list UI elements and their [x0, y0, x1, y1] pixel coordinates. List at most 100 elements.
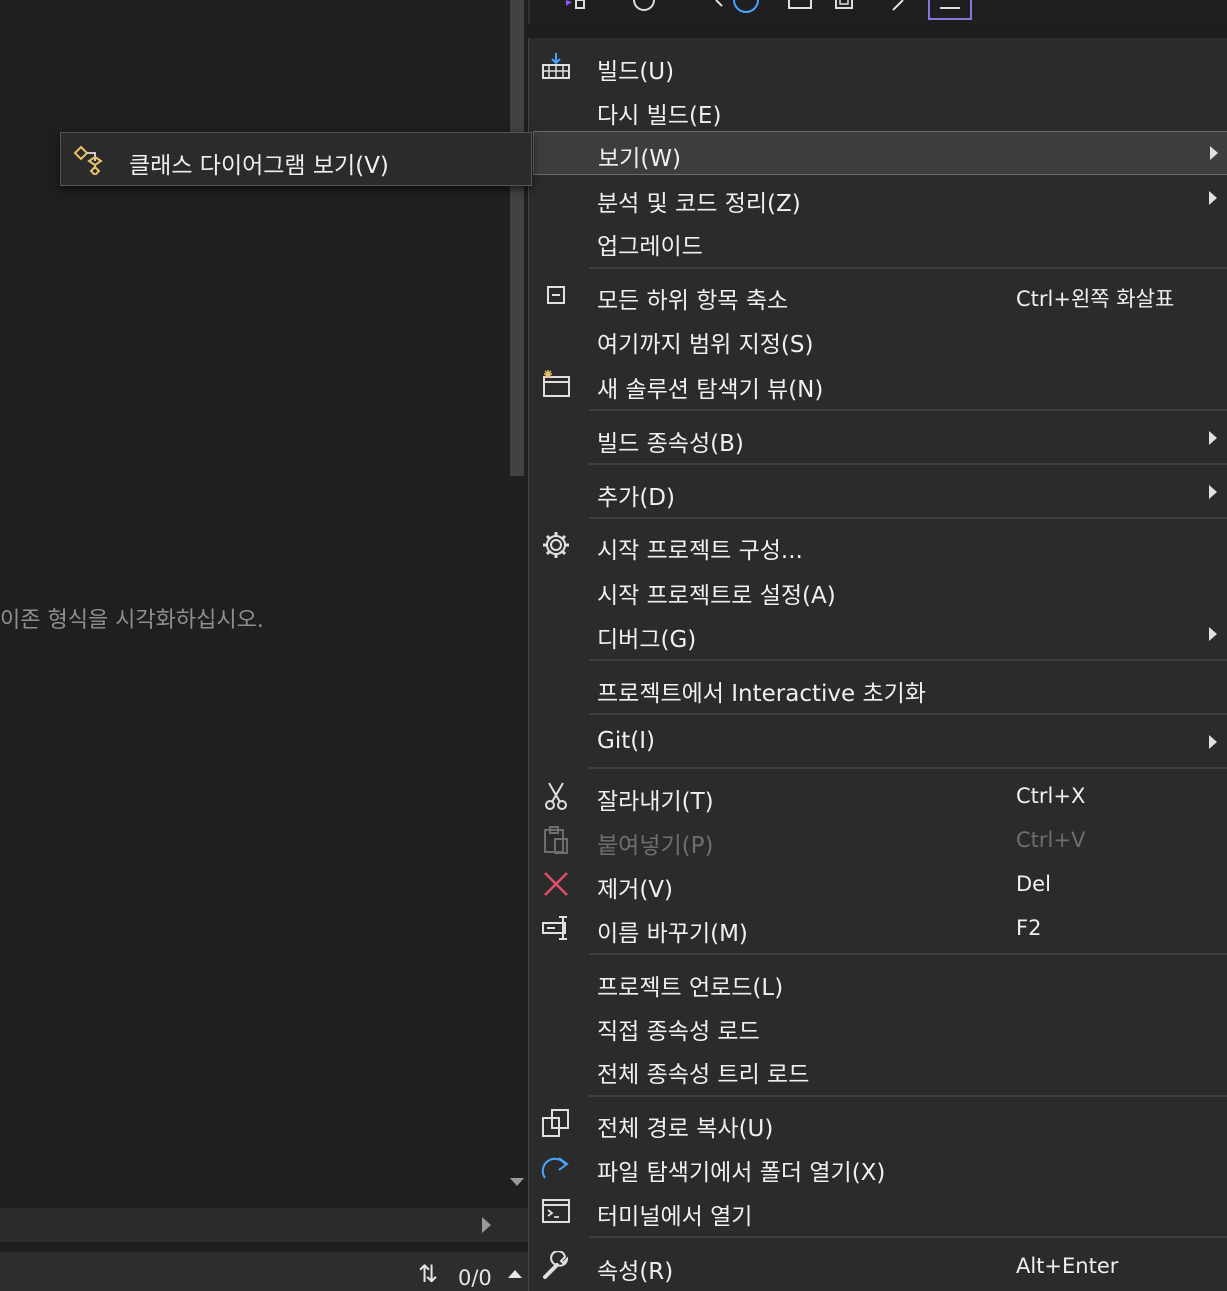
collapse-all-icon[interactable] [785, 0, 815, 20]
menu-item-label: 터미널에서 열기 [597, 1204, 753, 1230]
menu-item-debug[interactable]: 디버그(G) [529, 612, 1227, 656]
menu-separator [589, 659, 1227, 661]
menu-separator [589, 517, 1227, 519]
menu-item-shortcut: Ctrl+X [1016, 784, 1086, 808]
sync-icon[interactable] [630, 0, 660, 20]
menu-item-label: 파일 탐색기에서 폴더 열기(X) [597, 1160, 886, 1186]
menu-item-configure-startup[interactable]: 시작 프로젝트 구성... [529, 523, 1227, 567]
editor-message: 이존 형식을 시각화하십시오. [0, 608, 264, 633]
submenu-arrow-icon [1210, 146, 1218, 160]
wrench-icon [541, 1251, 571, 1281]
menu-item-paste[interactable]: 붙여넣기(P) Ctrl+V [529, 818, 1227, 862]
menu-item-label: 붙여넣기(P) [597, 833, 714, 859]
menu-item-label: 모든 하위 항목 축소 [597, 288, 789, 314]
submenu-item-label: 클래스 다이어그램 보기(V) [129, 153, 389, 179]
menu-separator [589, 463, 1227, 465]
solution-explorer-toolbar [528, 0, 1227, 24]
class-diagram-icon [73, 145, 109, 177]
menu-separator [589, 267, 1227, 269]
menu-item-label: Git(I) [597, 728, 655, 754]
menu-item-label: 시작 프로젝트로 설정(A) [597, 583, 836, 609]
menu-item-scope-to-this[interactable]: 여기까지 범위 지정(S) [529, 317, 1227, 361]
scroll-right-arrow-icon[interactable] [482, 1217, 491, 1233]
menu-item-label: 전체 경로 복사(U) [597, 1116, 774, 1142]
menu-item-label: 전체 종속성 트리 로드 [597, 1062, 810, 1088]
menu-item-load-direct[interactable]: 직접 종속성 로드 [529, 1004, 1227, 1048]
submenu-arrow-icon [1209, 431, 1217, 445]
preview-toggle-button[interactable] [928, 0, 972, 20]
terminal-icon [541, 1196, 571, 1226]
vs-icon[interactable] [560, 0, 600, 20]
menu-item-label: 추가(D) [597, 485, 675, 511]
menu-separator [589, 713, 1227, 715]
status-bar: ⇅ 0/0 [0, 1252, 528, 1291]
menu-item-shortcut: Alt+Enter [1016, 1254, 1119, 1278]
menu-item-label: 디버그(G) [597, 627, 697, 653]
rename-icon [541, 913, 571, 943]
menu-item-git[interactable]: Git(I) [529, 720, 1227, 764]
menu-item-load-all[interactable]: 전체 종속성 트리 로드 [529, 1047, 1227, 1091]
horizontal-scrollbar[interactable] [0, 1208, 528, 1242]
menu-item-shortcut: Del [1016, 872, 1051, 896]
menu-item-unload[interactable]: 프로젝트 언로드(L) [529, 960, 1227, 1004]
new-view-icon [541, 369, 571, 399]
submenu-arrow-icon [1209, 735, 1217, 749]
menu-item-shortcut: F2 [1016, 916, 1042, 940]
menu-item-open-folder[interactable]: 파일 탐색기에서 폴더 열기(X) [529, 1145, 1227, 1189]
menu-separator [589, 953, 1227, 955]
expand-up-icon[interactable] [508, 1270, 522, 1278]
menu-item-label: 분석 및 코드 정리(Z) [597, 191, 801, 217]
menu-item-collapse-all[interactable]: 모든 하위 항목 축소 Ctrl+왼쪽 화살표 [529, 273, 1227, 317]
menu-item-label: 잘라내기(T) [597, 789, 714, 815]
sort-arrows-icon[interactable]: ⇅ [418, 1260, 438, 1288]
menu-item-shortcut: Ctrl+V [1016, 828, 1086, 852]
preview-icon [940, 7, 960, 9]
menu-item-analyze[interactable]: 분석 및 코드 정리(Z) [529, 176, 1227, 220]
menu-item-upgrade[interactable]: 업그레이드 [529, 219, 1227, 263]
pen-icon[interactable] [885, 0, 915, 20]
menu-item-rebuild[interactable]: 다시 빌드(E) [529, 88, 1227, 132]
refresh-icon[interactable] [710, 0, 770, 20]
menu-item-view-class-diagram[interactable]: 클래스 다이어그램 보기(V) [61, 133, 531, 185]
menu-separator [589, 1236, 1227, 1238]
menu-item-init-interactive[interactable]: 프로젝트에서 Interactive 초기화 [529, 666, 1227, 710]
scroll-down-arrow-icon[interactable] [510, 1178, 524, 1186]
close-icon [541, 869, 571, 899]
scissors-icon [541, 781, 571, 811]
scrollbar-thumb[interactable] [510, 0, 524, 476]
menu-item-label: 프로젝트 언로드(L) [597, 975, 784, 1001]
menu-item-open-terminal[interactable]: 터미널에서 열기 [529, 1189, 1227, 1233]
menu-item-shortcut: Ctrl+왼쪽 화살표 [1016, 287, 1175, 311]
match-count: 0/0 [458, 1266, 492, 1290]
menu-item-properties[interactable]: 속성(R) Alt+Enter [529, 1244, 1227, 1288]
menu-separator [589, 409, 1227, 411]
menu-item-build[interactable]: 빌드(U) [529, 44, 1227, 88]
build-icon [541, 51, 571, 81]
menu-item-label: 속성(R) [597, 1259, 674, 1285]
menu-item-build-dependencies[interactable]: 빌드 종속성(B) [529, 416, 1227, 460]
redo-arrow-icon [541, 1152, 571, 1182]
submenu-arrow-icon [1209, 485, 1217, 499]
gear-icon [541, 530, 571, 560]
submenu-arrow-icon [1209, 627, 1217, 641]
menu-item-label: 제거(V) [597, 877, 674, 903]
menu-item-label: 프로젝트에서 Interactive 초기화 [597, 681, 926, 707]
menu-item-add[interactable]: 추가(D) [529, 470, 1227, 514]
menu-item-rename[interactable]: 이름 바꾸기(M) F2 [529, 906, 1227, 950]
menu-item-copy-path[interactable]: 전체 경로 복사(U) [529, 1101, 1227, 1145]
menu-item-label: 직접 종속성 로드 [597, 1019, 760, 1045]
menu-item-label: 시작 프로젝트 구성... [597, 538, 803, 564]
context-menu: 빌드(U) 다시 빌드(E) 보기(W) 분석 및 코드 정리(Z) 업그레이드… [528, 38, 1227, 1291]
menu-item-label: 여기까지 범위 지정(S) [597, 332, 814, 358]
menu-item-label: 빌드 종속성(B) [597, 431, 744, 457]
show-all-files-icon[interactable] [830, 0, 860, 20]
menu-item-set-startup[interactable]: 시작 프로젝트로 설정(A) [529, 568, 1227, 612]
menu-item-label: 빌드(U) [597, 59, 675, 85]
clipboard-icon [541, 825, 571, 855]
menu-item-remove[interactable]: 제거(V) Del [529, 862, 1227, 906]
menu-item-view[interactable]: 보기(W) [533, 131, 1227, 175]
menu-item-label: 이름 바꾸기(M) [597, 921, 748, 947]
menu-item-new-view[interactable]: 새 솔루션 탐색기 뷰(N) [529, 362, 1227, 406]
collapse-icon [541, 280, 571, 310]
menu-item-cut[interactable]: 잘라내기(T) Ctrl+X [529, 774, 1227, 818]
